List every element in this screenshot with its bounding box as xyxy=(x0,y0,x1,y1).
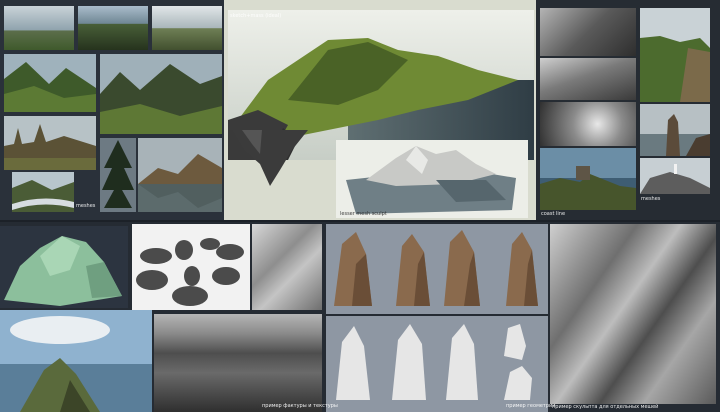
rock-spire-meshes-gray xyxy=(326,316,548,412)
caption-coast-line: coast line xyxy=(541,211,566,217)
reference-photo-plateau xyxy=(152,6,222,50)
reference-photo-cliff-green xyxy=(640,8,710,102)
reference-photo-sea-stack xyxy=(640,104,710,156)
caption-fractures: пример фактуры и текстуры xyxy=(262,403,338,409)
caption-sculpt: пример скульпта для отдельных мешей xyxy=(552,404,659,410)
reference-photo-valley xyxy=(78,6,148,50)
reference-photo-cliff-face-bw xyxy=(154,314,322,412)
caption-lesser-sculpt: lesser mesh sculpt xyxy=(340,211,387,217)
reference-photo-sea-cliff xyxy=(0,310,152,412)
reference-photo-coast-aerial-2 xyxy=(540,58,636,100)
concept-cliff-underside xyxy=(232,130,308,186)
rock-meshes-render-white xyxy=(132,224,250,310)
reference-photo-mountain-lake xyxy=(138,138,222,212)
caption-main-concept: sketch+mass (ideal) xyxy=(230,13,282,19)
reference-photo-coastal-castle xyxy=(540,148,636,210)
reference-photo-pine-tree xyxy=(100,138,136,212)
green-rock-sculpt-render xyxy=(0,226,128,308)
caption-meshes-left: meshes xyxy=(76,203,96,209)
reference-photo-ridge xyxy=(100,54,222,134)
lesser-mesh-sculpt-render xyxy=(336,140,528,218)
caption-meshes-right: meshes xyxy=(641,196,661,202)
rock-texture-closeup xyxy=(252,224,322,310)
rock-spire-meshes-brown xyxy=(326,224,548,314)
caption-geometry: пример геометрии xyxy=(506,403,556,409)
reference-photo-green-mountains xyxy=(4,54,96,112)
reference-photo-lake-river xyxy=(12,172,74,212)
reference-photo-hills xyxy=(4,6,74,50)
reference-photo-rock-spires xyxy=(4,116,96,170)
sculpt-heightmap-closeup xyxy=(550,224,716,404)
reference-photo-lighthouse-rock xyxy=(640,158,710,194)
reference-photo-surf-aerial xyxy=(540,102,636,146)
reference-photo-coast-aerial-1 xyxy=(540,8,636,56)
